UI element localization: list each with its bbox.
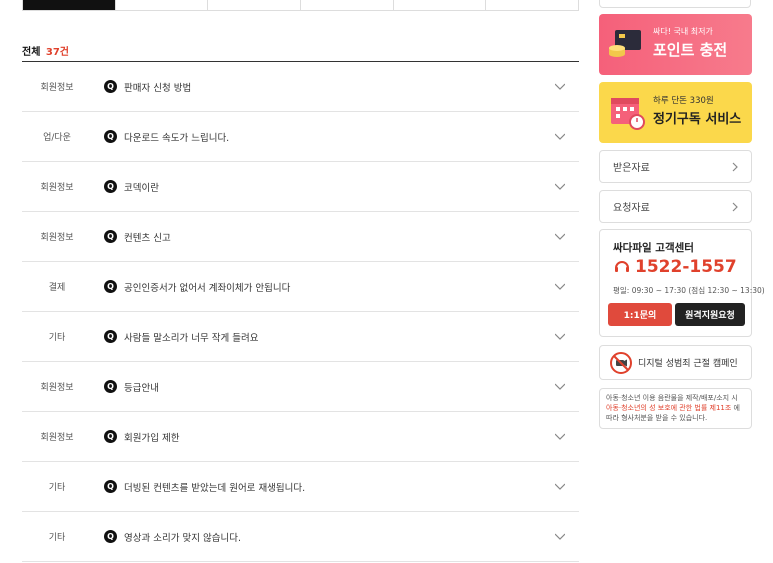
faq-item[interactable]: 회원정보 Q 코덱이란 bbox=[22, 162, 579, 212]
question-icon: Q bbox=[104, 380, 117, 393]
chevron-down-icon[interactable] bbox=[555, 231, 565, 241]
subscription-banner-title: 정기구독 서비스 bbox=[653, 112, 742, 127]
notice-law-highlight: 아동·청소년의 성 보호에 관한 법률 제11조 bbox=[606, 404, 732, 412]
chevron-right-icon bbox=[732, 162, 738, 172]
faq-category: 기타 bbox=[48, 533, 66, 543]
campaign-label: 디지털 성범죄 근절 캠페인 bbox=[638, 359, 738, 369]
phone-number: 1522-1557 bbox=[635, 257, 737, 277]
tab-4[interactable] bbox=[301, 0, 394, 10]
chevron-down-icon[interactable] bbox=[555, 331, 565, 341]
business-hours: 평일: 09:30 ~ 17:30 (점심 12:30 ~ 13:30) bbox=[613, 286, 765, 295]
tab-2[interactable] bbox=[115, 0, 209, 10]
faq-question: 회원가입 제한 bbox=[124, 432, 180, 444]
calendar-icon bbox=[611, 98, 645, 130]
chevron-down-icon[interactable] bbox=[555, 431, 565, 441]
sidebar-top-box bbox=[599, 0, 751, 8]
campaign-banner[interactable]: 디지털 성범죄 근절 캠페인 bbox=[599, 345, 752, 380]
list-count-value: 37건 bbox=[45, 47, 70, 58]
notice-line-1: 아동·청소년 이용 음란물을 제작/배포/소지 시 bbox=[606, 394, 738, 402]
point-charge-banner[interactable]: 싸다! 국내 최저가 포인트 충전 bbox=[599, 14, 752, 75]
legal-notice: 아동·청소년 이용 음란물을 제작/배포/소지 시 아동·청소년의 성 보호에 … bbox=[599, 388, 752, 429]
faq-question: 코덱이란 bbox=[124, 182, 159, 194]
faq-category: 기타 bbox=[48, 333, 66, 343]
received-files-label: 받은자료 bbox=[613, 163, 650, 174]
question-icon: Q bbox=[104, 430, 117, 443]
inquiry-button[interactable]: 1:1문의 bbox=[608, 303, 672, 326]
question-icon: Q bbox=[104, 130, 117, 143]
customer-center-title: 싸다파일 고객센터 bbox=[613, 242, 694, 254]
faq-category: 회원정보 bbox=[40, 233, 74, 243]
chevron-down-icon[interactable] bbox=[555, 381, 565, 391]
list-count-label: 전체 bbox=[22, 47, 41, 58]
customer-center-phone: 1522-1557 bbox=[613, 257, 737, 277]
chevron-down-icon[interactable] bbox=[555, 181, 565, 191]
faq-item[interactable]: 회원정보 Q 컨텐츠 신고 bbox=[22, 212, 579, 262]
subscription-banner-subtitle: 하루 단돈 330원 bbox=[653, 96, 714, 106]
faq-item[interactable]: 결제 Q 공인인증서가 없어서 계좌이체가 안됩니다 bbox=[22, 262, 579, 312]
question-icon: Q bbox=[104, 480, 117, 493]
faq-category: 결제 bbox=[48, 283, 66, 293]
chevron-right-icon bbox=[732, 202, 738, 212]
remote-support-button[interactable]: 원격지원요청 bbox=[675, 303, 745, 326]
requested-files-link[interactable]: 요청자료 bbox=[599, 190, 752, 223]
faq-item[interactable]: 기타 Q 영상과 소리가 맞지 않습니다. bbox=[22, 512, 579, 562]
point-banner-title: 포인트 충전 bbox=[653, 41, 728, 59]
question-icon: Q bbox=[104, 80, 117, 93]
point-banner-subtitle: 싸다! 국내 최저가 bbox=[653, 27, 713, 36]
chevron-down-icon[interactable] bbox=[555, 481, 565, 491]
tab-5[interactable] bbox=[393, 0, 487, 10]
faq-question: 다운로드 속도가 느립니다. bbox=[124, 132, 230, 144]
faq-list: 회원정보 Q 판매자 신청 방법 업/다운 Q 다운로드 속도가 느립니다. 회… bbox=[22, 62, 579, 562]
faq-category: 업/다운 bbox=[43, 133, 71, 143]
faq-question: 판매자 신청 방법 bbox=[124, 82, 192, 94]
faq-question: 등급안내 bbox=[124, 382, 159, 394]
faq-item[interactable]: 회원정보 Q 등급안내 bbox=[22, 362, 579, 412]
faq-item[interactable]: 회원정보 Q 판매자 신청 방법 bbox=[22, 62, 579, 112]
chevron-down-icon[interactable] bbox=[555, 81, 565, 91]
faq-category: 회원정보 bbox=[40, 183, 74, 193]
subscription-banner[interactable]: 하루 단돈 330원 정기구독 서비스 bbox=[599, 82, 752, 143]
faq-question: 공인인증서가 없어서 계좌이체가 안됩니다 bbox=[124, 282, 291, 294]
faq-question: 영상과 소리가 맞지 않습니다. bbox=[124, 532, 241, 544]
faq-category: 회원정보 bbox=[40, 83, 74, 93]
faq-question: 컨텐츠 신고 bbox=[124, 232, 171, 244]
question-icon: Q bbox=[104, 280, 117, 293]
faq-question: 더빙된 컨텐츠를 받았는데 원어로 재생됩니다. bbox=[124, 482, 306, 494]
no-camera-icon bbox=[610, 351, 632, 374]
received-files-link[interactable]: 받은자료 bbox=[599, 150, 752, 183]
faq-item[interactable]: 업/다운 Q 다운로드 속도가 느립니다. bbox=[22, 112, 579, 162]
question-icon: Q bbox=[104, 230, 117, 243]
tab-strip bbox=[22, 0, 579, 11]
chevron-down-icon[interactable] bbox=[555, 131, 565, 141]
notice-line-3: 따라 형사처분을 받을 수 있습니다. bbox=[606, 414, 708, 422]
customer-center: 싸다파일 고객센터 1522-1557 평일: 09:30 ~ 17:30 (점… bbox=[599, 229, 765, 337]
list-count-header: 전체 37건 bbox=[22, 43, 69, 58]
faq-category: 회원정보 bbox=[40, 433, 74, 443]
tab-6[interactable] bbox=[486, 0, 579, 10]
question-icon: Q bbox=[104, 180, 117, 193]
tab-1[interactable] bbox=[23, 0, 116, 10]
question-icon: Q bbox=[104, 330, 117, 343]
notice-line-2-tail: 에 bbox=[731, 404, 740, 412]
faq-category: 회원정보 bbox=[40, 383, 74, 393]
tab-3[interactable] bbox=[208, 0, 302, 10]
chevron-down-icon[interactable] bbox=[555, 281, 565, 291]
faq-item[interactable]: 기타 Q 더빙된 컨텐츠를 받았는데 원어로 재생됩니다. bbox=[22, 462, 579, 512]
coins-card-icon bbox=[609, 30, 641, 57]
requested-files-label: 요청자료 bbox=[613, 203, 650, 214]
faq-item[interactable]: 기타 Q 사람들 말소리가 너무 작게 들려요 bbox=[22, 312, 579, 362]
headset-icon bbox=[615, 261, 629, 272]
chevron-down-icon[interactable] bbox=[555, 531, 565, 541]
faq-item[interactable]: 회원정보 Q 회원가입 제한 bbox=[22, 412, 579, 462]
faq-category: 기타 bbox=[48, 483, 66, 493]
question-icon: Q bbox=[104, 530, 117, 543]
faq-question: 사람들 말소리가 너무 작게 들려요 bbox=[124, 332, 259, 344]
